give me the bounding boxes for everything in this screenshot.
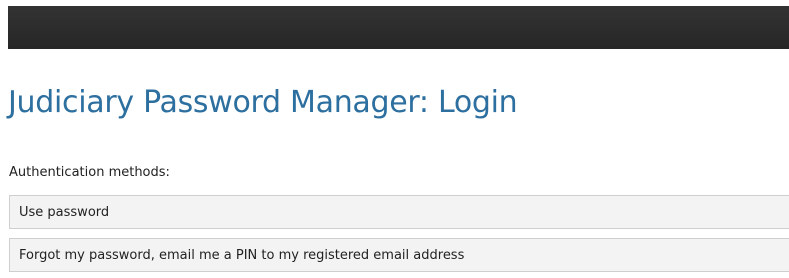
authentication-methods-list: Use password Forgot my password, email m… bbox=[9, 195, 789, 272]
use-password-option[interactable]: Use password bbox=[9, 195, 789, 229]
page-title: Judiciary Password Manager: Login bbox=[8, 85, 518, 120]
authentication-methods-label: Authentication methods: bbox=[9, 165, 170, 180]
forgot-password-email-pin-option[interactable]: Forgot my password, email me a PIN to my… bbox=[9, 238, 789, 272]
top-navigation-bar bbox=[8, 6, 789, 49]
